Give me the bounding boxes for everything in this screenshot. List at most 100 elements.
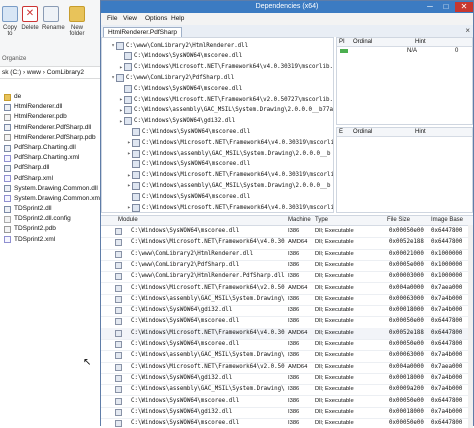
file-list-item[interactable]: TDSprint2.pdb: [4, 224, 100, 234]
file-list-item[interactable]: HtmlRenderer.PdfSharp.pdb: [4, 133, 100, 143]
mouse-cursor-icon: ↖: [83, 357, 92, 368]
module-image-base: 0x7aea000: [431, 284, 463, 291]
menu-options[interactable]: Options: [145, 13, 167, 25]
tree-node[interactable]: ▾ C:\www\ComLibrary2\PdfSharp.dll: [110, 72, 234, 83]
module-image-base: 0x7aea000: [431, 363, 463, 370]
module-file-size: 0x00018000: [389, 307, 424, 314]
file-list-item[interactable]: TDSprint2.xml: [4, 235, 100, 245]
tab-close-icon[interactable]: ×: [465, 25, 470, 36]
tree-node[interactable]: ▸ C:\Windows\assembly\GAC_MSIL\System.Dra…: [118, 105, 333, 116]
file-list-item[interactable]: TDSprint2.dll: [4, 204, 100, 214]
tree-node[interactable]: ▸ C:\Windows\Microsoft.NET\Framework64\v4…: [118, 62, 333, 73]
file-list-item[interactable]: PdfSharp.Charting.dll: [4, 143, 100, 153]
tree-node[interactable]: C:\Windows\SysWOW64\mscoree.dll: [126, 126, 250, 137]
file-name: TDSprint2.dll.config: [14, 215, 71, 223]
imagebase-column-header[interactable]: Image Base: [431, 216, 463, 225]
module-path: C:\Windows\assembly\GAC_MSIL\System.Draw…: [131, 352, 285, 359]
e-ordinal-header[interactable]: Ordinal: [351, 128, 413, 137]
menu-file[interactable]: File: [107, 13, 117, 25]
module-row[interactable]: C:\Windows\SysWOW64\mscoree.dll I386 Dll; …: [101, 418, 473, 428]
tree-node[interactable]: C:\Windows\SysWOW64\mscoree.dll: [126, 191, 250, 202]
import-hint: 0: [455, 48, 459, 54]
tree-node[interactable]: ▸ C:\Windows\assembly\GAC_MSIL\System.Dra…: [126, 148, 330, 159]
menu-help[interactable]: Help: [171, 13, 184, 25]
module-machine: I386: [288, 318, 300, 325]
module-type: Dll; Executable: [315, 352, 354, 359]
imports-pane[interactable]: PI Ordinal Hint N/A 0: [336, 37, 473, 125]
file-list: de HtmlRenderer.dll HtmlRenderer.pdb HtmlRe…: [4, 92, 102, 245]
module-icon: [115, 250, 122, 258]
tree-node[interactable]: ▸ C:\Windows\Microsoft.NET\Framework64\v2…: [118, 94, 333, 105]
tree-node[interactable]: ▸ C:\Windows\Microsoft.NET\Framework64\v4…: [126, 202, 333, 212]
module-list[interactable]: Module Machine Type File Size Image Base…: [101, 215, 473, 428]
file-icon: [4, 113, 11, 121]
minimize-button[interactable]: ─: [423, 2, 437, 12]
module-image-base: 0x7a4b000: [431, 352, 463, 359]
file-name: HtmlRenderer.PdfSharp.pdb: [14, 133, 96, 141]
file-list-item[interactable]: HtmlRenderer.pdb: [4, 112, 100, 122]
address-bar[interactable]: sk (C:) › www › ComLibrary2: [0, 67, 100, 79]
vertical-scrollbar[interactable]: [468, 225, 473, 428]
file-list-item[interactable]: TDSprint2.dll.config: [4, 214, 100, 224]
title-bar[interactable]: Dependencies (x64) ─ □ ✕: [101, 1, 473, 13]
file-list-item[interactable]: HtmlRenderer.PdfSharp.dll: [4, 123, 100, 133]
module-column-header[interactable]: Module: [118, 216, 138, 225]
maximize-button[interactable]: □: [439, 2, 453, 12]
file-list-item[interactable]: PdfSharp.dll: [4, 163, 100, 173]
module-image-base: 0x7a4b000: [431, 295, 463, 302]
pi-ordinal-header[interactable]: Ordinal: [351, 38, 413, 47]
rename-button[interactable]: Rename: [42, 6, 65, 31]
tree-node[interactable]: ▾ C:\www\ComLibrary2\HtmlRenderer.dll: [110, 40, 248, 51]
tree-node[interactable]: ▸ C:\Windows\SysWOW64\gdi32.dll: [118, 116, 235, 127]
tree-node[interactable]: C:\Windows\SysWOW64\mscoree.dll: [118, 83, 242, 94]
tree-node[interactable]: C:\Windows\SysWOW64\mscoree.dll: [126, 159, 250, 170]
module-icon: [132, 160, 140, 169]
module-type: Dll; Executable: [315, 318, 354, 325]
module-file-size: 0x00050e00: [389, 420, 424, 427]
tree-node[interactable]: ▸ C:\Windows\assembly\GAC_MSIL\System.Dra…: [126, 180, 330, 191]
module-image-base: 0x6447800: [431, 341, 463, 347]
tree-node[interactable]: ▸ C:\Windows\Microsoft.NET\Framework64\v4…: [126, 137, 333, 148]
module-machine: I386: [288, 250, 300, 257]
new-folder-label: New folder: [69, 25, 85, 37]
module-file-size: 0x00018000: [389, 374, 424, 381]
imports-row[interactable]: N/A 0: [337, 47, 472, 55]
tree-node[interactable]: C:\Windows\SysWOW64\mscoree.dll: [118, 51, 242, 62]
file-name: HtmlRenderer.pdb: [14, 113, 67, 121]
tree-node-label: C:\Windows\Microsoft.NET\Framework64\v4.…: [142, 172, 334, 179]
delete-button[interactable]: ✕ Delete: [21, 6, 39, 31]
file-list-item[interactable]: PdfSharp.xml: [4, 174, 100, 184]
exports-pane[interactable]: E Ordinal Hint: [336, 127, 473, 213]
new-folder-button[interactable]: New folder: [66, 6, 88, 37]
file-list-item[interactable]: de: [4, 92, 100, 102]
file-list-item[interactable]: PdfSharp.Charting.xml: [4, 153, 100, 163]
pi-hint-header[interactable]: Hint: [413, 38, 472, 47]
module-path: C:\Windows\Microsoft.NET\Framework64\v2.…: [131, 363, 285, 370]
module-path: C:\www\ComLibrary2\HtmlRenderer.PdfSharp…: [131, 273, 285, 280]
type-column-header[interactable]: Type: [315, 216, 328, 225]
menu-view[interactable]: View: [123, 13, 137, 25]
module-icon: [115, 307, 122, 315]
file-list-item[interactable]: System.Drawing.Common.xml: [4, 194, 102, 204]
e-header[interactable]: E: [337, 128, 351, 137]
tab-htmlrenderer-pdfsharp[interactable]: HtmlRenderer.PdfSharp: [103, 27, 183, 37]
dependency-tree[interactable]: ▾ C:\www\ComLibrary2\HtmlRenderer.dll C:\W…: [101, 37, 334, 213]
machine-column-header[interactable]: Machine: [288, 216, 311, 225]
pi-header[interactable]: PI: [337, 38, 351, 47]
copy-to-button[interactable]: Copy to: [1, 6, 19, 37]
e-hint-header[interactable]: Hint: [413, 128, 472, 137]
filesize-column-header[interactable]: File Size: [387, 216, 410, 225]
file-list-item[interactable]: HtmlRenderer.dll: [4, 102, 100, 112]
file-name: System.Drawing.Common.xml: [14, 194, 102, 202]
module-type: Dll; Executable: [315, 420, 354, 427]
module-type: Dll; Executable: [315, 341, 354, 347]
module-machine: I386: [288, 295, 300, 302]
module-icon: [115, 239, 122, 247]
module-icon: [115, 284, 122, 292]
module-icon: [132, 149, 140, 158]
close-button[interactable]: ✕: [455, 2, 473, 12]
module-icon: [124, 52, 132, 61]
module-type: Dll; Executable: [315, 374, 354, 381]
file-list-item[interactable]: System.Drawing.Common.dll: [4, 184, 100, 194]
tree-node[interactable]: ▸ C:\Windows\Microsoft.NET\Framework64\v4…: [126, 170, 334, 181]
